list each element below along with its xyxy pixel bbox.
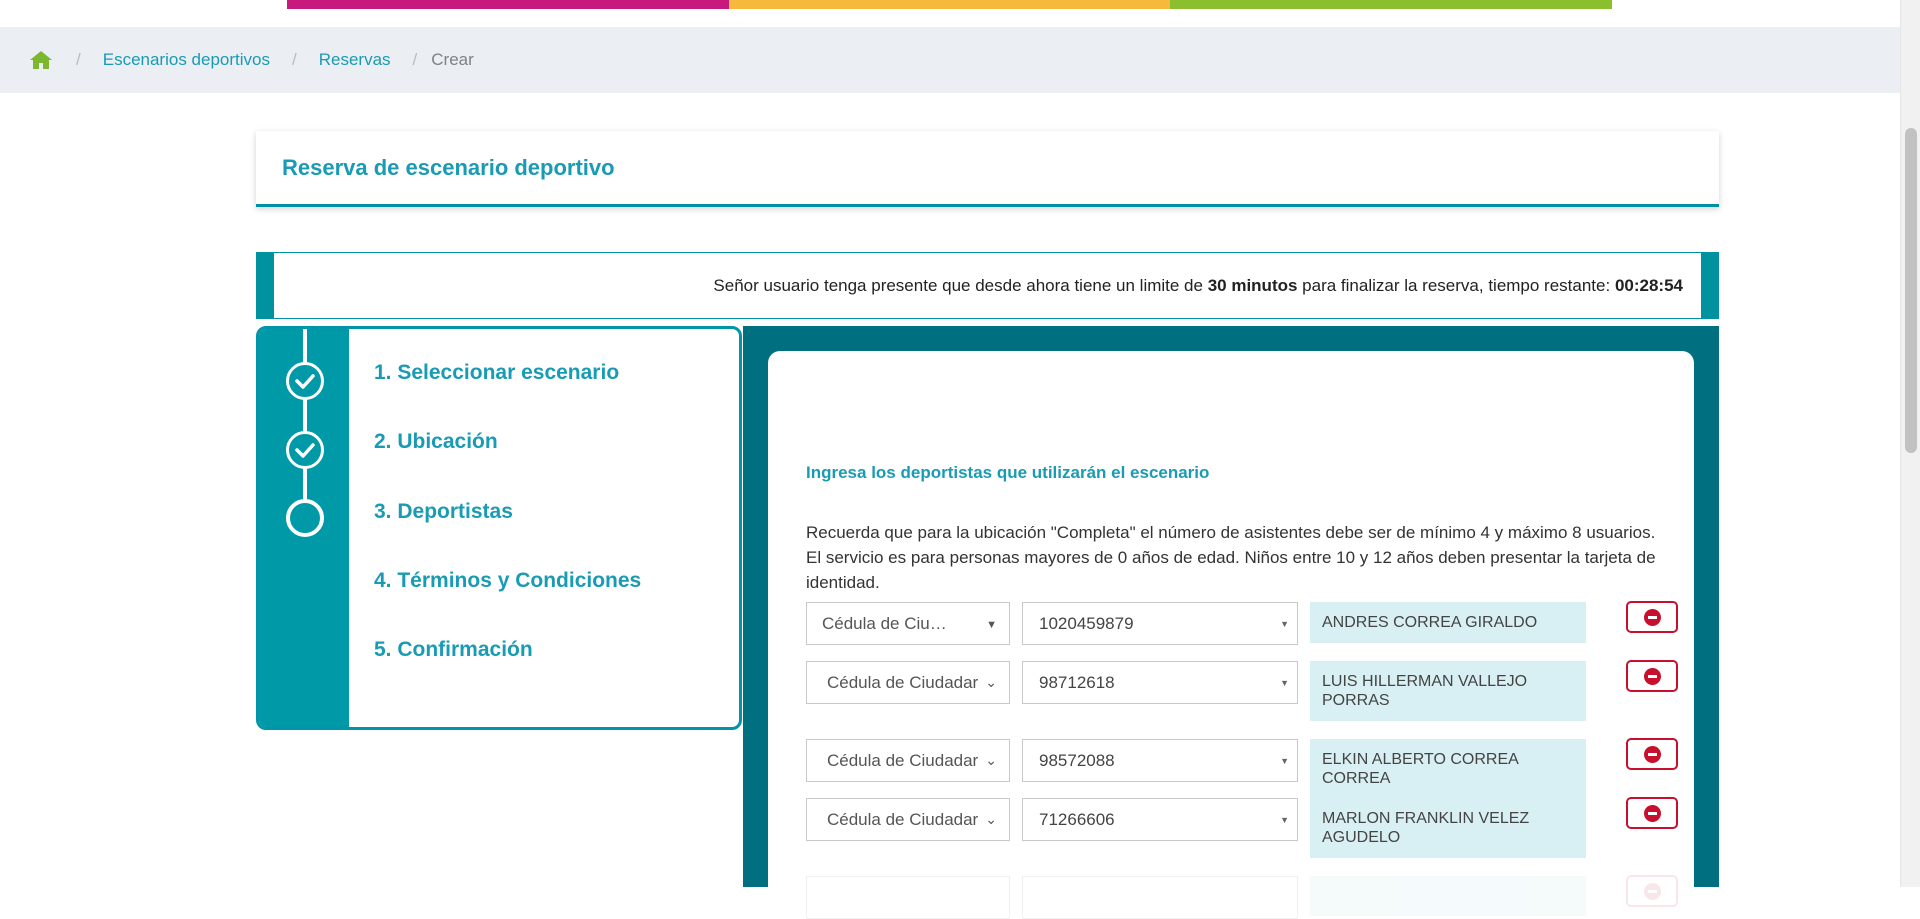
step-5-label[interactable]: 5. Confirmación [374,638,533,662]
step-3-current-icon [286,499,324,537]
remove-athlete-button[interactable] [1626,660,1678,692]
caret-down-icon: ▼ [1280,756,1289,766]
caret-down-icon: ▼ [1280,619,1289,629]
stripe-green [1170,0,1613,9]
top-color-stripe [287,0,1613,9]
doc-number-value: 98572088 [1039,750,1115,770]
page-scrollbar[interactable] [1900,0,1920,887]
page-title: Reserva de escenario deportivo [282,154,615,180]
step-3-label[interactable]: 3. Deportistas [374,500,513,524]
doc-number-select[interactable] [1022,876,1298,919]
stepper-progress-line [303,329,307,519]
doc-type-select[interactable]: Cédula de Ciudadar ⌄ [806,739,1010,782]
remove-athlete-button[interactable] [1626,797,1678,829]
doc-number-select[interactable]: 98572088 ▼ [1022,739,1298,782]
breadcrumb-current: Crear [431,50,474,69]
scrollbar-thumb[interactable] [1905,128,1917,453]
stripe-yellow [728,0,1171,9]
doc-type-select[interactable]: Cédula de Ciu… ▼ [806,602,1010,645]
step-2-label[interactable]: 2. Ubicación [374,430,498,454]
chevron-down-icon: ⌄ [985,674,997,690]
chevron-down-icon: ⌄ [985,811,997,827]
athlete-name [1310,876,1586,916]
doc-number-select[interactable]: 71266606 ▼ [1022,798,1298,841]
timer-message: Señor usuario tenga presente que desde a… [274,253,1701,318]
timer-banner: Señor usuario tenga presente que desde a… [256,252,1719,319]
breadcrumb-separator: / [292,50,297,69]
step-4-label[interactable]: 4. Términos y Condiciones [374,569,641,593]
minus-circle-icon [1643,745,1661,763]
breadcrumb-escenarios-deportivos[interactable]: Escenarios deportivos [103,50,270,70]
step-2-check-icon [286,431,324,469]
remove-athlete-button[interactable] [1626,875,1678,907]
wizard-stepper: 1. Seleccionar escenario 2. Ubicación 3.… [256,326,742,730]
timer-middle: para finalizar la reserva, tiempo restan… [1297,275,1615,295]
caret-down-icon: ▼ [1280,678,1289,688]
remove-athlete-button[interactable] [1626,601,1678,633]
minus-circle-icon [1643,882,1661,900]
athlete-name: ELKIN ALBERTO CORREA CORREA [1310,739,1586,799]
page-header-card: Reserva de escenario deportivo [256,131,1719,207]
breadcrumb-separator: / [412,50,418,69]
doc-type-select[interactable]: Cédula de Ciudadar ⌄ [806,798,1010,841]
timer-limit: 30 minutos [1207,275,1298,295]
breadcrumb-separator: / [76,50,81,69]
athletes-form-card: Ingresa los deportistas que utilizarán e… [768,351,1694,919]
doc-type-value: Cédula de Ciudadar [827,750,979,770]
chevron-down-icon: ⌄ [985,752,997,768]
breadcrumb: / Escenarios deportivos / Reservas / Cre… [0,27,1900,93]
doc-type-value: Cédula de Ciu… [822,613,947,633]
athletes-panel: Ingresa los deportistas que utilizarán e… [743,326,1719,919]
athlete-name: ANDRES CORREA GIRALDO [1310,602,1586,643]
remove-athlete-button[interactable] [1626,738,1678,770]
athlete-name: LUIS HILLERMAN VALLEJO PORRAS [1310,661,1586,721]
doc-number-value: 1020459879 [1039,613,1134,633]
doc-type-select[interactable] [806,876,1010,919]
step-1-label[interactable]: 1. Seleccionar escenario [374,361,619,385]
doc-number-select[interactable]: 1020459879 ▼ [1022,602,1298,645]
athlete-name: MARLON FRANKLIN VELEZ AGUDELO [1310,798,1586,858]
stripe-magenta [287,0,729,9]
caret-down-icon: ▼ [986,619,997,631]
minus-circle-icon [1643,608,1661,626]
minus-circle-icon [1643,804,1661,822]
timer-remaining: 00:28:54 [1614,275,1683,295]
doc-number-value: 98712618 [1039,672,1115,692]
form-subtitle: Ingresa los deportistas que utilizarán e… [806,463,1210,482]
timer-prefix: Señor usuario tenga presente que desde a… [713,275,1208,295]
doc-type-select[interactable]: Cédula de Ciudadar ⌄ [806,661,1010,704]
home-icon[interactable] [28,49,54,71]
caret-down-icon: ▼ [1280,815,1289,825]
doc-number-value: 71266606 [1039,809,1115,829]
form-note: Recuerda que para la ubicación "Completa… [806,523,1656,592]
breadcrumb-reservas[interactable]: Reservas [319,50,391,70]
doc-type-value: Cédula de Ciudadar [827,672,979,692]
step-1-check-icon [286,362,324,400]
minus-circle-icon [1643,667,1661,685]
doc-number-select[interactable]: 98712618 ▼ [1022,661,1298,704]
doc-type-value: Cédula de Ciudadar [827,809,979,829]
